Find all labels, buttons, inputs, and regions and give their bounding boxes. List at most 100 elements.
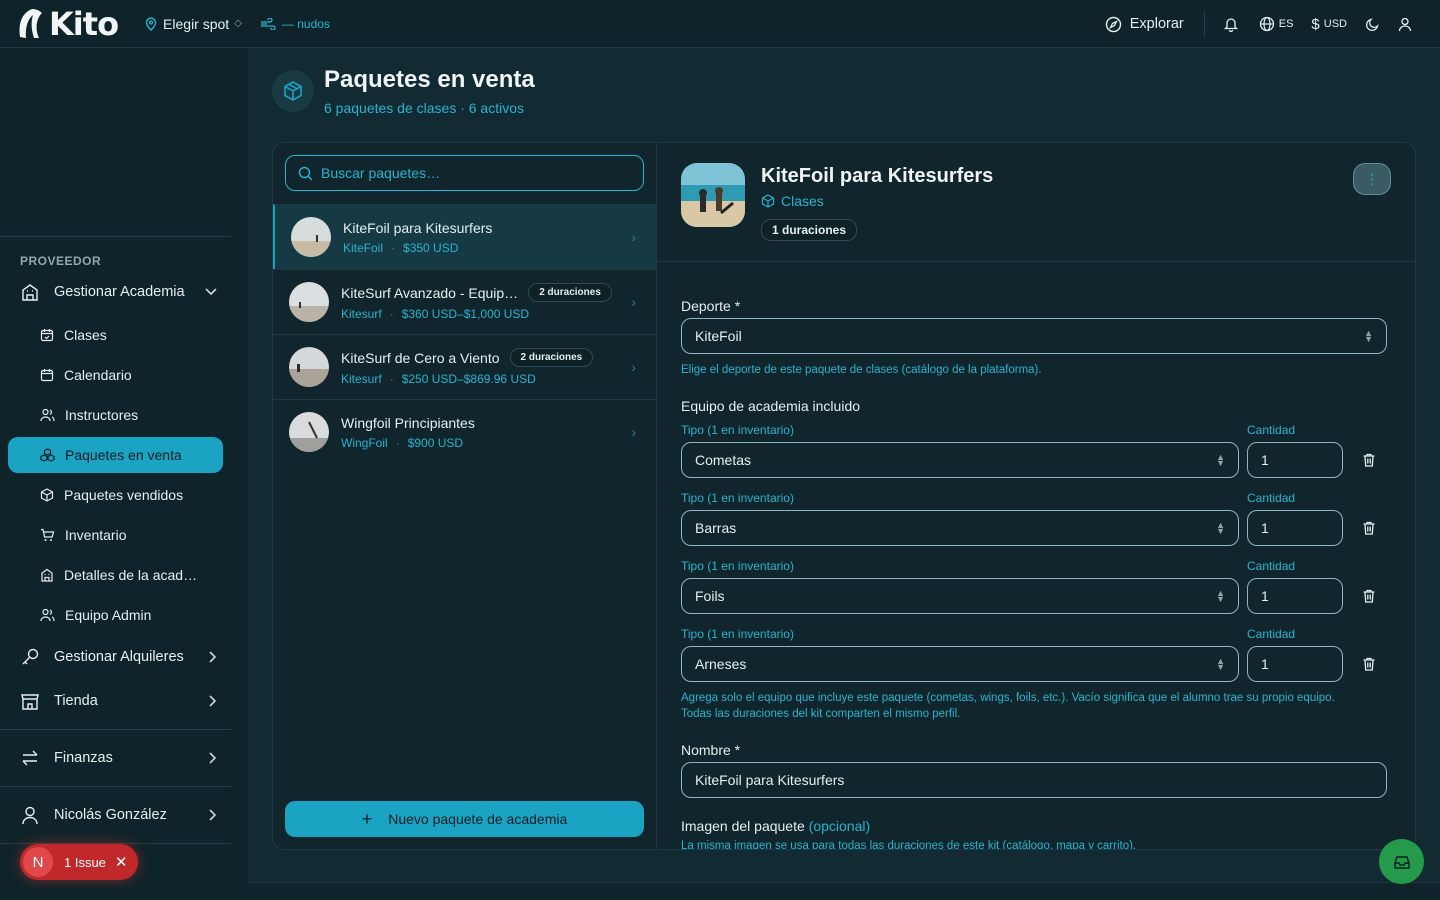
type-label: Tipo (1 en inventario) [681,491,794,505]
name-input[interactable]: KiteFoil para Kitesurfers [681,762,1387,798]
boxes-icon [40,448,55,462]
chevron-updown-icon: ◇ [234,18,242,29]
sidebar-item-label: Detalles de la acad… [64,567,198,583]
chevron-right-icon [209,651,217,663]
chevron-updown-icon: ▲ ▼ [1364,328,1373,344]
page-title: Paquetes en venta [324,66,535,93]
new-package-button[interactable]: + Nuevo paquete de academia [285,801,644,837]
equipment-type-select[interactable]: Cometas ▲ ▼ [681,442,1239,478]
trash-icon[interactable] [1361,588,1377,604]
explore-button[interactable]: Explorar [1105,12,1205,36]
sidebar-item-label: Gestionar Alquileres [54,649,184,665]
chevron-right-icon [209,695,217,707]
chevron-down-icon [205,288,217,296]
quantity-label: Cantidad [1247,423,1296,437]
sidebar-item-inventario[interactable]: Inventario [40,527,126,543]
quantity-input[interactable]: 1 [1247,442,1343,478]
packages-panel: KiteFoil para Kitesurfers KiteFoil·$350 … [272,142,1416,850]
chevron-right-icon: › [631,359,636,375]
package-thumbnail [291,217,331,257]
page-subtitle: 6 paquetes de clases · 6 activos [324,100,525,116]
sport-select[interactable]: KiteFoil ▲ ▼ [681,318,1387,354]
spot-selector[interactable]: Elegir spot ◇ [144,16,242,32]
chevron-updown-icon: ▲ ▼ [1216,656,1225,672]
theme-toggle[interactable] [1365,17,1380,32]
list-item[interactable]: KiteFoil para Kitesurfers KiteFoil · $350 … [273,204,656,269]
durations-badge: 2 duraciones [528,283,612,302]
sidebar-item-label: Tienda [54,693,98,709]
package-price: $900 USD [407,435,464,450]
package-price: $250 USD–$869.96 USD [401,372,536,386]
language-selector[interactable]: ES [1259,16,1293,32]
wind-indicator[interactable]: — nudos [260,17,330,31]
equipment-type-select[interactable]: Arneses ▲ ▼ [681,646,1239,682]
sidebar-item-store[interactable]: Tienda [20,691,225,711]
chevron-right-icon: › [631,229,636,245]
logo[interactable]: Kito [17,4,119,43]
equipment-type-value: Arneses [695,656,747,672]
trash-icon[interactable] [1361,452,1377,468]
bell-icon [1223,18,1238,32]
profile-button[interactable] [1398,17,1412,32]
sidebar-item-equipo-admin[interactable]: Equipo Admin [40,607,151,623]
issue-badge[interactable]: N 1 Issue ✕ [20,844,138,880]
list-item[interactable]: Wingfoil Principiantes WingFoil · $900 USD… [273,399,656,464]
sidebar-item-paquetes-vendidos[interactable]: Paquetes vendidos [40,487,183,503]
equipment-type-select[interactable]: Foils ▲ ▼ [681,578,1239,614]
trash-icon[interactable] [1361,656,1377,672]
package-thumbnail [289,412,329,452]
package-thumbnail [289,347,329,387]
package-name: KiteSurf Avanzado - Equip… [341,284,519,301]
currency-selector[interactable]: $ USD [1311,16,1347,33]
chevron-updown-icon: ▲ ▼ [1216,520,1225,536]
spot-label: Elegir spot [163,15,230,32]
issue-avatar: N [23,847,53,877]
sidebar-item-calendario[interactable]: Calendario [40,367,132,383]
equipment-type-value: Cometas [695,452,752,468]
type-label: Tipo (1 en inventario) [681,559,794,573]
equipment-type-select[interactable]: Barras ▲ ▼ [681,510,1239,546]
sidebar-item-label: Instructores [65,407,139,423]
more-options-button[interactable]: ⋮ [1353,163,1391,195]
list-item[interactable]: KiteSurf Avanzado - Equip… 2 duraciones K… [273,269,656,334]
dollar-icon: $ [1311,15,1320,33]
sidebar-item-detalles[interactable]: Detalles de la acad… [40,567,197,583]
sidebar-item-academy[interactable]: Gestionar Academia [20,282,225,302]
quantity-value: 1 [1261,588,1269,604]
notifications-button[interactable] [1223,16,1239,32]
calendar-check-icon [40,329,54,342]
package-sport: WingFoil [341,435,388,450]
sport-label: Deporte * [681,298,741,314]
new-package-label: Nuevo paquete de academia [388,811,568,827]
user-icon [1398,17,1412,31]
quantity-input[interactable]: 1 [1247,578,1343,614]
list-item[interactable]: KiteSurf de Cero a Viento 2 duraciones Ki… [273,334,656,399]
package-thumbnail [289,282,329,322]
sidebar-item-clases[interactable]: Clases [40,327,107,343]
quantity-input[interactable]: 1 [1247,646,1343,682]
chevron-right-icon: › [631,294,636,310]
trash-icon[interactable] [1361,520,1377,536]
equipment-hint: Agrega solo el equipo que incluye este p… [681,692,1335,704]
sidebar-item-finance[interactable]: Finanzas [20,748,225,768]
chevron-right-icon: › [631,424,636,440]
sidebar-item-rentals[interactable]: Gestionar Alquileres [20,647,225,667]
kite-logo-icon [19,8,42,38]
search-input[interactable] [321,165,621,181]
search-box[interactable] [285,155,644,191]
sidebar-item-label: Finanzas [54,750,113,766]
quantity-input[interactable]: 1 [1247,510,1343,546]
name-value: KiteFoil para Kitesurfers [695,772,845,788]
sidebar-item-label: Gestionar Academia [54,284,185,300]
package-price: $360 USD–$1,000 USD [401,307,530,321]
sidebar-item-instructores[interactable]: Instructores [40,407,138,423]
sidebar-item-label: Nicolás González [54,807,167,823]
sidebar-item-paquetes-en-venta[interactable]: Paquetes en venta [40,447,182,463]
inbox-button[interactable] [1379,839,1424,884]
sidebar-item-user[interactable]: Nicolás González [20,805,225,825]
logo-text: Kito [49,4,119,43]
image-optional: (opcional) [808,818,871,834]
durations-badge: 1 duraciones [761,219,858,241]
equipment-type-value: Foils [695,588,725,604]
close-icon[interactable]: ✕ [115,853,128,871]
